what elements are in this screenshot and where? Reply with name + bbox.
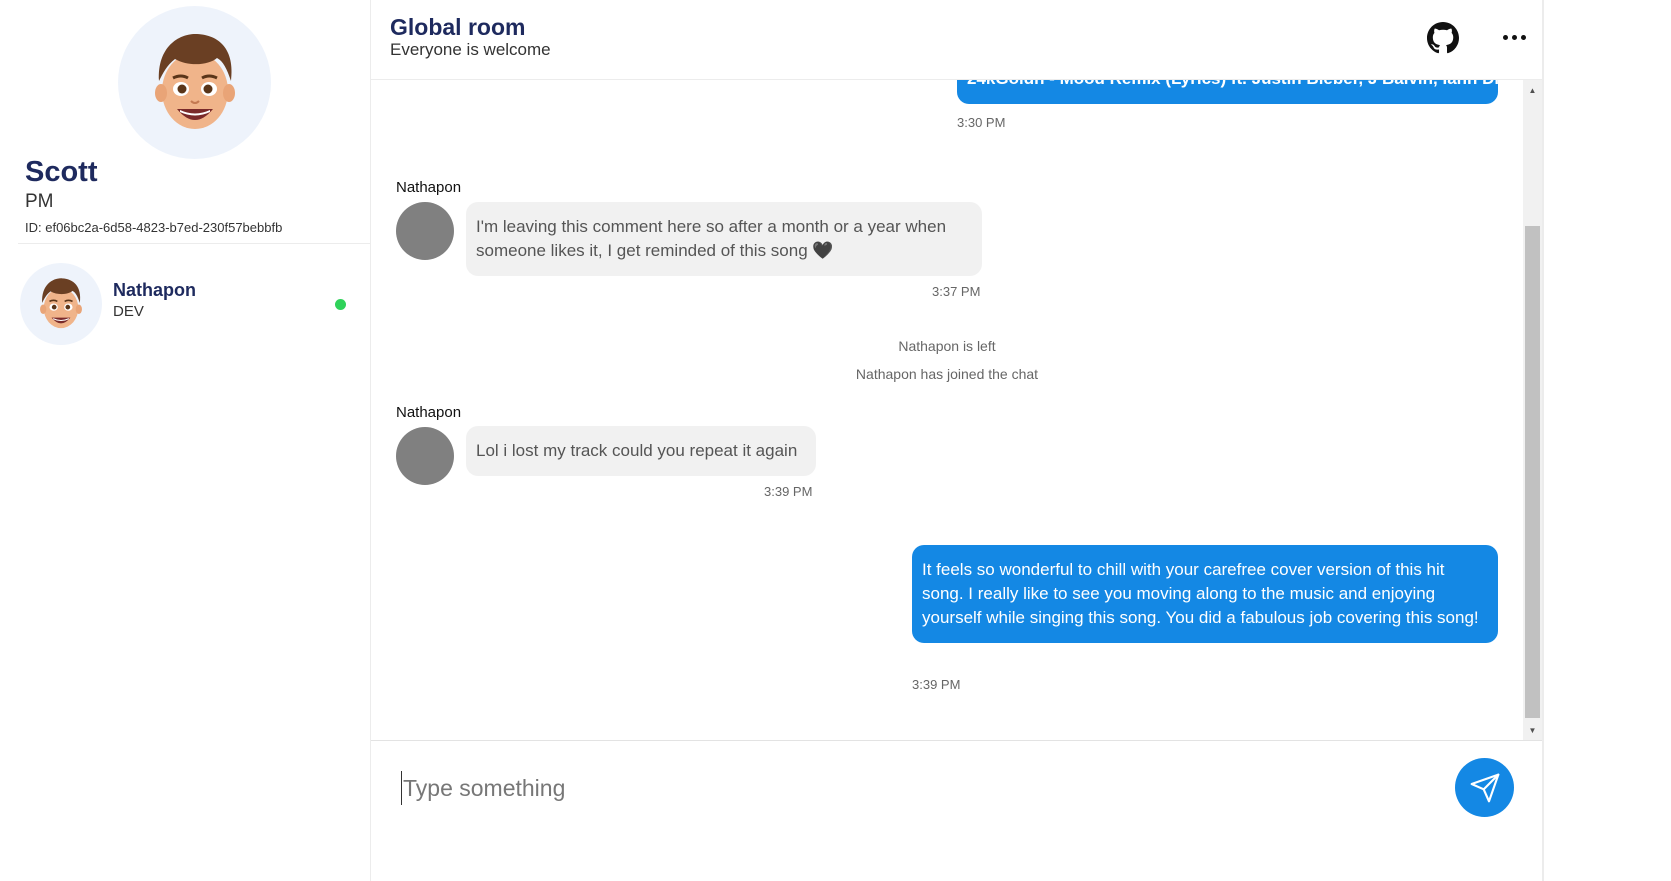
more-horizontal-icon (1502, 34, 1508, 40)
message-list[interactable]: 24kGoldn - Mood Remix (Lyrics) ft. Justi… (371, 80, 1523, 740)
system-message: Nathapon has joined the chat (855, 366, 1039, 382)
message-bubble-incoming: I'm leaving this comment here so after a… (466, 202, 982, 276)
message-sender: Nathapon (396, 404, 462, 421)
message-bubble-incoming: Lol i lost my track could you repeat it … (466, 426, 816, 476)
chat-header: Global room Everyone is welcome (371, 0, 1542, 80)
profile-id: ID: ef06bc2a-6d58-4823-b7ed-230f57bebbfb (25, 220, 283, 235)
profile-role: PM (25, 191, 54, 212)
chat-app: Scott PM ID: ef06bc2a-6d58-4823-b7ed-230… (0, 0, 1671, 881)
contact-name: Nathapon (113, 280, 196, 300)
contact-avatar (20, 263, 102, 345)
sidebar: Scott PM ID: ef06bc2a-6d58-4823-b7ed-230… (0, 0, 371, 881)
right-border (1542, 0, 1544, 881)
github-button[interactable] (1427, 22, 1459, 54)
send-button[interactable] (1455, 758, 1514, 817)
room-title: Global room (390, 14, 526, 40)
contact-item-nathapon[interactable]: Nathapon DEV (18, 262, 358, 346)
sender-avatar (396, 427, 454, 485)
message-time: 3:39 PM (912, 677, 961, 692)
scrollbar-thumb[interactable] (1525, 226, 1540, 718)
message-sender: Nathapon (396, 179, 462, 196)
scroll-down-arrow-icon[interactable]: ▼ (1523, 720, 1542, 740)
memoji-avatar-icon (40, 278, 82, 329)
message-input[interactable] (401, 771, 1441, 805)
message-bubble-outgoing: It feels so wonderful to chill with your… (912, 545, 1498, 643)
profile-name: Scott (25, 156, 98, 188)
more-horizontal-icon-dot (1511, 34, 1517, 40)
message-time: 3:37 PM (932, 284, 981, 299)
memoji-avatar-icon (154, 33, 235, 129)
message-composer (371, 740, 1542, 881)
sender-avatar (396, 202, 454, 260)
message-scrollbar[interactable]: ▲ ▼ (1523, 80, 1542, 740)
more-horizontal-icon-dot (1520, 34, 1526, 40)
message-time: 3:30 PM (957, 115, 1006, 130)
contact-role: DEV (113, 303, 144, 320)
message-bubble-outgoing: 24kGoldn - Mood Remix (Lyrics) ft. Justi… (957, 80, 1498, 104)
github-icon (1427, 22, 1459, 54)
message-time: 3:39 PM (764, 484, 813, 499)
scroll-up-arrow-icon[interactable]: ▲ (1523, 80, 1542, 100)
system-message: Nathapon is left (898, 338, 996, 354)
online-status-dot (335, 299, 346, 310)
send-icon (1470, 773, 1499, 802)
room-subtitle: Everyone is welcome (390, 40, 551, 59)
more-options-button[interactable] (1499, 25, 1529, 49)
profile-avatar (118, 6, 271, 159)
sidebar-divider (18, 243, 370, 244)
